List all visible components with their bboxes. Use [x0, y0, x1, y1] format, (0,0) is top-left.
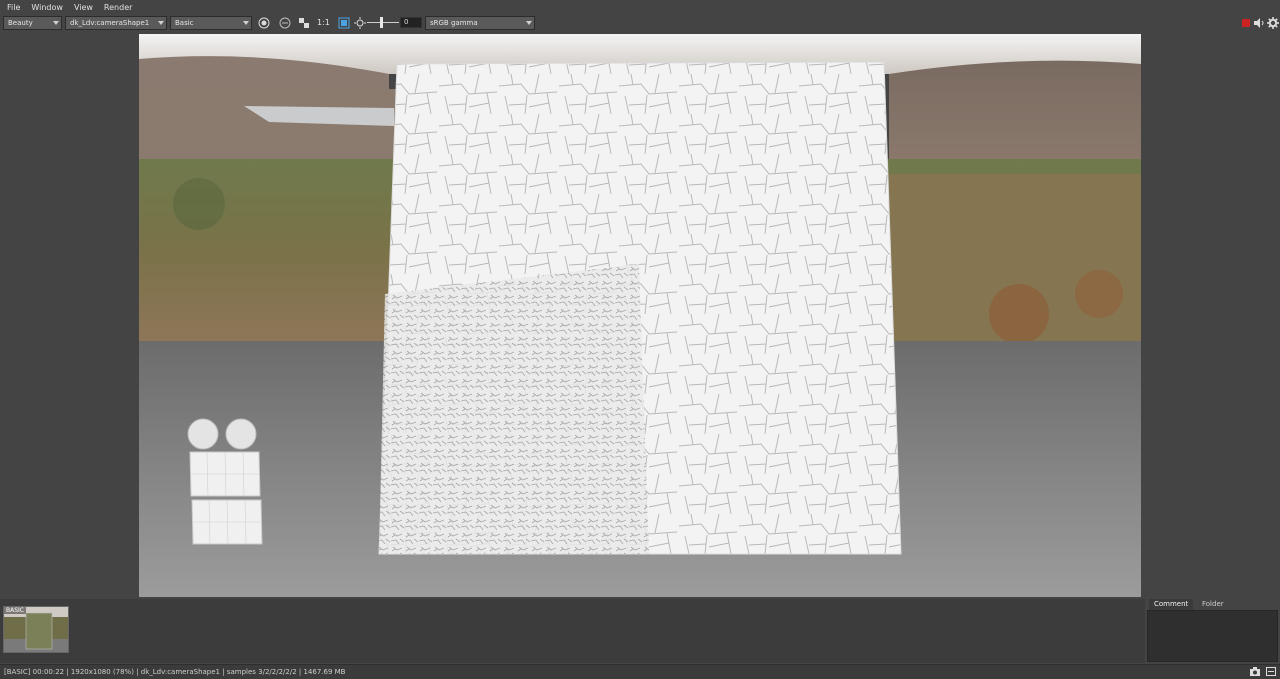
camera-icon[interactable] [1250, 667, 1260, 678]
status-bar: [BASIC] 00:00:22 | 1920x1080 (78%) | dk_… [0, 664, 1280, 679]
exposure-slider-thumb[interactable] [380, 17, 383, 28]
status-text: [BASIC] 00:00:22 | 1920x1080 (78%) | dk_… [4, 668, 346, 676]
camera-dropdown[interactable]: dk_Ldv:cameraShape1 [65, 16, 167, 30]
menu-file[interactable]: File [7, 3, 20, 12]
menu-window[interactable]: Window [31, 3, 63, 12]
frame-icon[interactable] [338, 17, 350, 29]
region-icon[interactable] [279, 17, 291, 29]
aov-dropdown[interactable]: Beauty [3, 16, 62, 30]
snapshot-strip [0, 599, 1145, 663]
checker-icon[interactable] [298, 17, 310, 29]
tab-folder[interactable]: Folder [1197, 599, 1229, 610]
preset-value: Basic [175, 19, 194, 27]
snapshot-icon[interactable] [1266, 667, 1276, 678]
exposure-slider-track[interactable] [367, 22, 399, 23]
side-panel: Comment Folder [1145, 599, 1280, 663]
comment-textarea[interactable] [1147, 610, 1278, 662]
snapshot-thumbnail[interactable]: BASIC [3, 606, 69, 653]
snapshot-label: BASIC [4, 607, 26, 614]
toolbar: Beauty dk_Ldv:cameraShape1 Basic 1:1 [0, 14, 1280, 33]
chevron-down-icon [158, 21, 164, 25]
tab-comment[interactable]: Comment [1149, 599, 1194, 610]
color-space-value: sRGB gamma [430, 19, 478, 27]
chevron-down-icon [53, 21, 59, 25]
stop-icon[interactable] [1240, 17, 1252, 29]
gear-icon[interactable] [1267, 17, 1279, 29]
exposure-field[interactable]: 0 [400, 17, 422, 28]
speaker-icon[interactable] [1253, 17, 1265, 29]
preset-dropdown[interactable]: Basic [170, 16, 252, 30]
menu-render[interactable]: Render [104, 3, 132, 12]
render-image[interactable] [139, 34, 1141, 597]
menu-view[interactable]: View [74, 3, 93, 12]
render-settings-icon[interactable] [258, 17, 270, 29]
ratio-label[interactable]: 1:1 [317, 18, 330, 27]
color-space-dropdown[interactable]: sRGB gamma [425, 16, 535, 30]
exposure-icon [354, 17, 366, 29]
camera-value: dk_Ldv:cameraShape1 [70, 19, 150, 27]
menu-bar: File Window View Render [0, 0, 1280, 14]
aov-value: Beauty [8, 19, 33, 27]
chevron-down-icon [526, 21, 532, 25]
chevron-down-icon [243, 21, 249, 25]
